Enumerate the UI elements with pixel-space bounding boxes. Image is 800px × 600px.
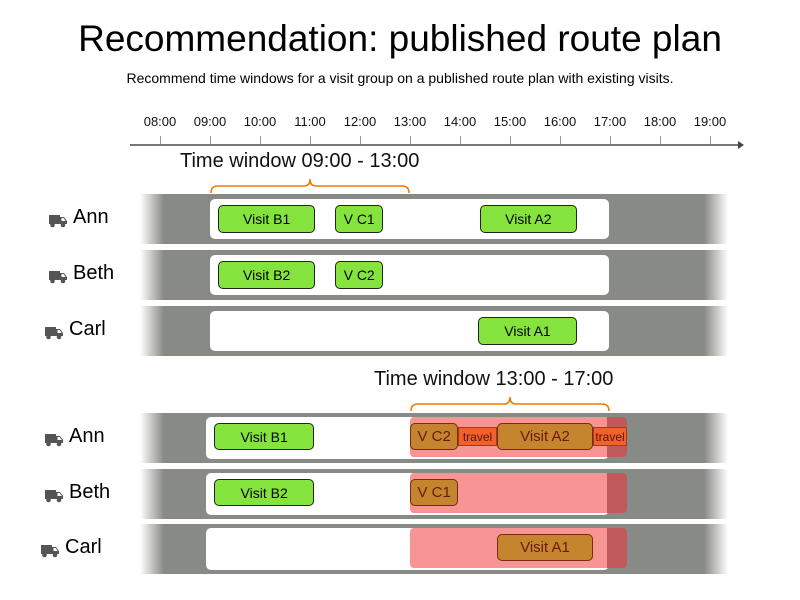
driver-label: Ann (48, 206, 109, 229)
tick-label: 10:00 (243, 114, 277, 129)
time-window-overflow (607, 473, 627, 513)
driver-label: Ann (44, 425, 105, 448)
time-window-label: Time window 09:00 - 13:00 (180, 150, 420, 172)
driver-name: Carl (65, 536, 102, 558)
driver-label: Beth (48, 262, 114, 285)
axis-arrow-icon (738, 141, 744, 149)
tick-label: 16:00 (543, 114, 577, 129)
time-window-label: Time window 13:00 - 17:00 (374, 368, 614, 390)
page-subtitle: Recommend time windows for a visit group… (126, 70, 674, 86)
tick-label: 13:00 (393, 114, 427, 129)
visit-block[interactable]: V C1 (410, 479, 459, 506)
tick-label: 19:00 (693, 114, 727, 129)
driver-label: Beth (44, 481, 110, 504)
tick-label: 14:00 (443, 114, 477, 129)
truck-icon (40, 541, 60, 557)
truck-icon (48, 267, 68, 283)
tick-label: 17:00 (593, 114, 627, 129)
tick-label: 18:00 (643, 114, 677, 129)
visit-block[interactable]: Visit B1 (214, 423, 315, 450)
tick-label: 08:00 (143, 114, 177, 129)
visit-block[interactable]: V C2 (410, 423, 459, 450)
driver-name: Ann (69, 425, 105, 447)
tick-label: 11:00 (294, 114, 326, 129)
tick-label: 15:00 (493, 114, 527, 129)
driver-name: Carl (69, 318, 106, 340)
truck-icon (44, 323, 64, 339)
page-title: Recommendation: published route plan (78, 18, 722, 59)
driver-label: Carl (44, 318, 106, 341)
visit-block[interactable]: V C2 (335, 261, 384, 289)
visit-block[interactable]: Visit B2 (214, 479, 315, 506)
driver-name: Beth (73, 262, 115, 284)
tick-label: 09:00 (193, 114, 227, 129)
visit-block[interactable]: Visit B1 (218, 205, 315, 233)
truck-icon (48, 211, 68, 227)
tick-label: 12:00 (343, 114, 377, 129)
driver-name: Ann (73, 206, 109, 228)
visit-block[interactable]: Visit A1 (478, 317, 577, 345)
visit-block[interactable]: Visit A2 (496, 423, 594, 450)
visit-block[interactable]: V C1 (335, 205, 384, 233)
time-window-overflow (607, 528, 627, 568)
travel-segment: travel (458, 427, 497, 446)
driver-label: Carl (40, 536, 102, 559)
visit-block[interactable]: Visit A2 (480, 205, 577, 233)
truck-icon (44, 430, 64, 446)
travel-segment: travel (593, 427, 627, 446)
visit-block[interactable]: Visit B2 (218, 261, 315, 289)
driver-name: Beth (69, 481, 111, 503)
visit-block[interactable]: Visit A1 (496, 534, 594, 561)
truck-icon (44, 486, 64, 502)
time-axis-line (130, 144, 740, 146)
